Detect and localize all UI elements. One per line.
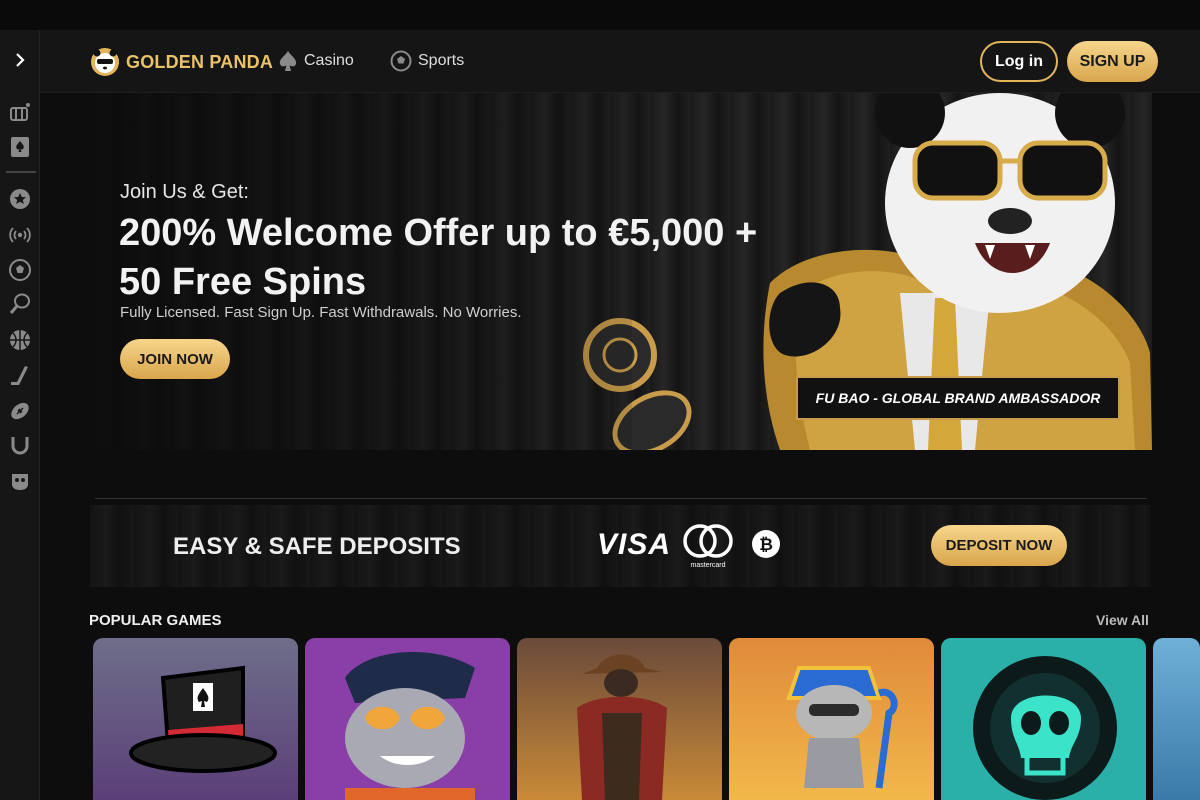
top-hat-game-thumbnail bbox=[93, 638, 298, 800]
login-button[interactable]: Log in bbox=[980, 41, 1058, 82]
top-header: GOLDEN PANDA Casino Sports Log in SIGN U… bbox=[40, 30, 1200, 93]
partial-game-thumbnail bbox=[1153, 638, 1200, 800]
basketball-icon[interactable] bbox=[8, 328, 32, 352]
skull-game-thumbnail bbox=[941, 638, 1146, 800]
hero-title: 200% Welcome Offer up to €5,000 + 50 Fre… bbox=[119, 212, 758, 303]
bitcoin-icon: ₿ bbox=[752, 530, 780, 558]
nav-casino[interactable]: Casino bbox=[278, 50, 354, 72]
divider bbox=[95, 498, 1147, 499]
nav-sports[interactable]: Sports bbox=[390, 50, 464, 72]
horse-racing-icon[interactable] bbox=[8, 434, 32, 458]
game-card[interactable] bbox=[729, 638, 934, 800]
game-card[interactable] bbox=[941, 638, 1146, 800]
soccer-icon[interactable] bbox=[8, 258, 32, 282]
brand-logo[interactable]: GOLDEN PANDA bbox=[90, 47, 273, 77]
view-all-link[interactable]: View All bbox=[1096, 612, 1149, 628]
browser-top-strip bbox=[0, 0, 1200, 30]
tennis-icon[interactable] bbox=[8, 292, 32, 316]
raccoon-rockstar-game-thumbnail bbox=[305, 638, 510, 800]
svg-text:₿: ₿ bbox=[759, 535, 773, 555]
game-card[interactable] bbox=[517, 638, 722, 800]
hockey-icon[interactable] bbox=[8, 364, 32, 388]
hero-banner[interactable]: Join Us & Get: 200% Welcome Offer up to … bbox=[90, 93, 1152, 450]
visa-logo: VISA bbox=[597, 528, 672, 561]
signup-button[interactable]: SIGN UP bbox=[1067, 41, 1158, 82]
hero-subtitle: Fully Licensed. Fast Sign Up. Fast Withd… bbox=[120, 304, 522, 321]
cowboy-game-thumbnail bbox=[517, 638, 722, 800]
game-card[interactable] bbox=[93, 638, 298, 800]
sidebar bbox=[0, 30, 40, 800]
mastercard-label: mastercard bbox=[690, 562, 725, 569]
football-icon[interactable] bbox=[8, 399, 32, 423]
hero-kicker: Join Us & Get: bbox=[120, 181, 249, 203]
join-now-button[interactable]: JOIN NOW bbox=[120, 339, 230, 379]
panda-logo-icon bbox=[91, 48, 119, 76]
pharaoh-raccoon-game-thumbnail bbox=[729, 638, 934, 800]
nav-sports-label: Sports bbox=[418, 52, 465, 69]
brand-name: GOLDEN PANDA bbox=[126, 51, 274, 72]
nav-casino-label: Casino bbox=[304, 52, 354, 69]
gamepad-icon[interactable] bbox=[8, 470, 32, 494]
ambassador-caption: FU BAO - GLOBAL BRAND AMBASSADOR bbox=[796, 376, 1120, 420]
card-icon[interactable] bbox=[8, 135, 32, 159]
deposit-title: EASY & SAFE DEPOSITS bbox=[173, 533, 461, 560]
game-card[interactable] bbox=[305, 638, 510, 800]
mastercard-logo-icon: mastercard bbox=[683, 524, 733, 569]
soccer-ball-icon bbox=[390, 50, 412, 72]
deposit-now-button[interactable]: DEPOSIT NOW bbox=[931, 525, 1067, 566]
chevron-right-icon[interactable] bbox=[12, 52, 28, 68]
spade-icon bbox=[279, 51, 297, 71]
casino-chest-icon[interactable] bbox=[8, 100, 32, 124]
star-icon[interactable] bbox=[8, 187, 32, 211]
sidebar-divider bbox=[6, 171, 36, 173]
deposit-banner: EASY & SAFE DEPOSITS VISA mastercard ₿ D… bbox=[90, 505, 1150, 587]
game-card[interactable] bbox=[1153, 638, 1200, 800]
popular-games-title: POPULAR GAMES bbox=[89, 612, 222, 629]
live-icon[interactable] bbox=[8, 223, 32, 247]
